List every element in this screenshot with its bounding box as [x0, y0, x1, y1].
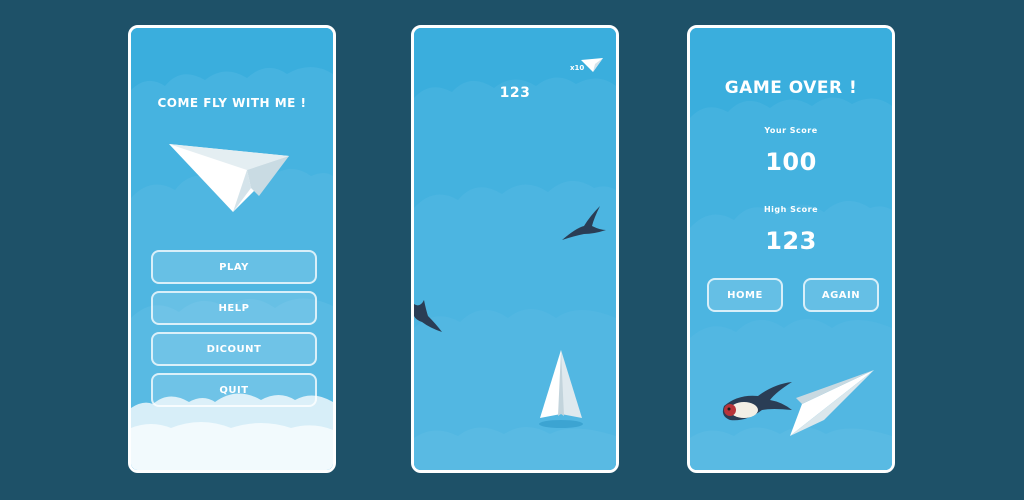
chasing-swallow-icon — [722, 382, 792, 421]
menu-screen: COME FLY WITH ME ! PLAY HELP DICOUNT QUI… — [128, 25, 336, 473]
quit-button[interactable]: QUIT — [151, 373, 317, 407]
player-paper-plane-icon — [539, 350, 583, 428]
high-score-label: High Score — [763, 205, 818, 214]
gameplay-screen: 123 x10 — [411, 25, 619, 473]
home-button[interactable]: HOME — [707, 278, 783, 312]
fleeing-paper-plane-icon — [790, 370, 874, 436]
game-over-screen: GAME OVER ! Your Score 100 High Score 12… — [687, 25, 895, 473]
menu-title: COME FLY WITH ME ! — [157, 96, 307, 110]
help-button[interactable]: HELP — [151, 291, 317, 325]
high-score-value: 123 — [765, 227, 817, 255]
discount-button[interactable]: DICOUNT — [151, 332, 317, 366]
game-over-title: GAME OVER ! — [724, 78, 858, 98]
current-score: 123 — [499, 85, 531, 101]
your-score-label: Your Score — [764, 126, 818, 135]
play-button[interactable]: PLAY — [151, 250, 317, 284]
swallow-bird-icon-2 — [414, 300, 442, 332]
your-score-value: 100 — [765, 148, 817, 176]
again-button[interactable]: AGAIN — [803, 278, 879, 312]
swallow-bird-icon — [562, 206, 606, 240]
multiplier-plane-icon — [581, 58, 603, 72]
paper-plane-icon — [169, 144, 289, 212]
